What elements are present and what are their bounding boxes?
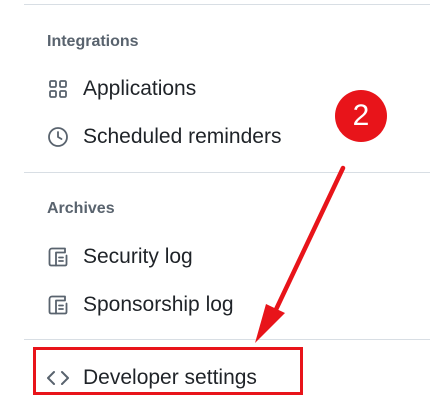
sidebar-item-label: Applications [83, 77, 197, 100]
log-icon [46, 245, 70, 269]
sidebar-item-applications[interactable]: Applications [46, 72, 196, 106]
archives-heading: Archives [47, 200, 115, 217]
clock-icon [46, 125, 70, 149]
section-divider [24, 172, 430, 173]
sidebar-item-label: Security log [83, 245, 193, 268]
sidebar-item-security-log[interactable]: Security log [46, 240, 193, 274]
annotation-highlight-box [33, 347, 303, 395]
sidebar-item-scheduled-reminders[interactable]: Scheduled reminders [46, 120, 281, 154]
log-icon [46, 293, 70, 317]
sidebar-item-label: Sponsorship log [83, 293, 234, 316]
step-number-badge: 2 [335, 90, 387, 142]
apps-grid-icon [46, 77, 70, 101]
sidebar-item-sponsorship-log[interactable]: Sponsorship log [46, 288, 234, 322]
sidebar-item-label: Scheduled reminders [83, 125, 282, 148]
integrations-heading: Integrations [47, 33, 139, 50]
section-divider [24, 339, 430, 340]
top-divider [24, 4, 430, 5]
